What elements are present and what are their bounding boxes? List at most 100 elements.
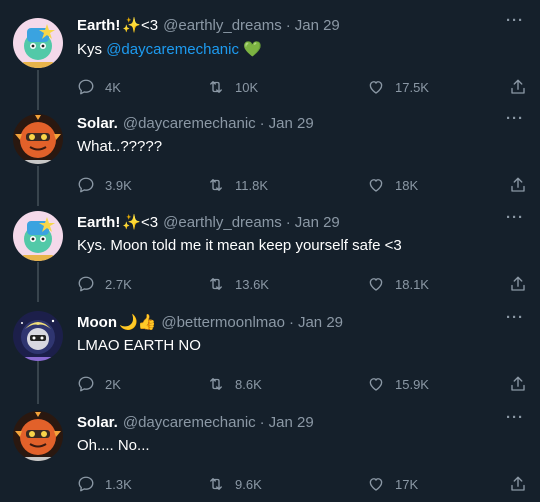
tweet-header: Earth! ✨<3 @earthly_dreams · Jan 29 xyxy=(77,14,340,36)
more-icon[interactable]: ··· xyxy=(506,12,524,29)
separator-dot: · xyxy=(288,313,294,331)
action-bar: 1.3K 9.6K 17K xyxy=(77,475,527,495)
retweet-icon xyxy=(210,378,222,390)
tweet-header: Solar. @daycaremechanic · Jan 29 xyxy=(77,411,314,433)
more-icon[interactable]: ··· xyxy=(506,110,524,127)
tweet-date[interactable]: Jan 29 xyxy=(295,214,340,231)
retweet-count: 8.6K xyxy=(235,376,262,392)
share-button[interactable] xyxy=(509,475,537,493)
avatar-solar[interactable] xyxy=(13,411,63,461)
earth-avatar-image xyxy=(13,18,63,68)
reply-icon xyxy=(78,476,94,492)
like-button[interactable]: 18K xyxy=(367,176,418,194)
tweet[interactable]: Earth! ✨<3 @earthly_dreams · Jan 29 ··· … xyxy=(0,12,540,104)
action-bar: 4K 10K 17.5K xyxy=(77,78,527,98)
like-button[interactable]: 17.5K xyxy=(367,78,429,96)
share-button[interactable] xyxy=(509,176,537,194)
like-button[interactable]: 15.9K xyxy=(367,375,429,393)
like-icon xyxy=(369,278,383,291)
more-icon[interactable]: ··· xyxy=(506,309,524,326)
like-count: 15.9K xyxy=(395,376,429,392)
separator-dot: · xyxy=(285,213,291,231)
display-name[interactable]: Earth! xyxy=(77,17,120,34)
tweet[interactable]: Earth! ✨<3 @earthly_dreams · Jan 29 ··· … xyxy=(0,209,540,301)
tweet-text: LMAO EARTH NO xyxy=(77,337,201,354)
action-bar: 3.9K 11.8K 18K xyxy=(77,176,527,196)
solar-avatar-image xyxy=(13,114,63,164)
retweet-icon xyxy=(210,478,222,490)
solar-avatar-image xyxy=(13,411,63,461)
share-button[interactable] xyxy=(509,275,537,293)
display-name[interactable]: Solar. xyxy=(77,414,118,431)
mention-link[interactable]: @daycaremechanic xyxy=(106,41,239,58)
more-icon[interactable]: ··· xyxy=(506,409,524,426)
reply-button[interactable]: 1.3K xyxy=(77,475,132,493)
retweet-button[interactable]: 10K xyxy=(207,78,258,96)
like-count: 18K xyxy=(395,177,419,193)
like-icon xyxy=(369,81,383,94)
tweet-header: Solar. @daycaremechanic · Jan 29 xyxy=(77,112,314,134)
avatar-earth[interactable] xyxy=(13,18,63,68)
name-emoji: ✨<3 xyxy=(122,214,159,231)
separator-dot: · xyxy=(259,114,265,132)
reply-icon xyxy=(78,276,94,292)
like-count: 18.1K xyxy=(395,276,429,292)
tweet-date[interactable]: Jan 29 xyxy=(298,314,343,331)
handle[interactable]: @daycaremechanic xyxy=(123,115,256,132)
avatar-earth[interactable] xyxy=(13,211,63,261)
separator-dot: · xyxy=(285,16,291,34)
like-icon xyxy=(369,179,383,192)
retweet-button[interactable]: 13.6K xyxy=(207,275,269,293)
tweet-text: Kys @daycaremechanic 💚 xyxy=(77,40,262,58)
retweet-button[interactable]: 8.6K xyxy=(207,375,262,393)
handle[interactable]: @bettermoonlmao xyxy=(161,314,285,331)
tweet-date[interactable]: Jan 29 xyxy=(295,17,340,34)
handle[interactable]: @earthly_dreams xyxy=(163,214,282,231)
retweet-count: 9.6K xyxy=(235,476,262,492)
tweet[interactable]: Solar. @daycaremechanic · Jan 29 ··· Wha… xyxy=(0,110,540,202)
more-icon[interactable]: ··· xyxy=(506,209,524,226)
tweet-header: Moon 🌙👍 @bettermoonlmao · Jan 29 xyxy=(77,311,343,333)
display-name[interactable]: Moon xyxy=(77,314,117,331)
tweet-text: What..????? xyxy=(77,138,163,155)
green-heart-emoji: 💚 xyxy=(243,41,262,58)
reply-button[interactable]: 4K xyxy=(77,78,121,96)
like-button[interactable]: 18.1K xyxy=(367,275,429,293)
reply-icon xyxy=(78,177,94,193)
tweet[interactable]: Moon 🌙👍 @bettermoonlmao · Jan 29 ··· LMA… xyxy=(0,309,540,401)
tweet-text: Kys. Moon told me it mean keep yourself … xyxy=(77,237,402,254)
name-emoji: 🌙👍 xyxy=(118,314,157,331)
share-icon xyxy=(511,276,525,291)
like-icon xyxy=(369,378,383,391)
handle[interactable]: @earthly_dreams xyxy=(163,17,282,34)
tweet[interactable]: Solar. @daycaremechanic · Jan 29 ··· Oh.… xyxy=(0,409,540,501)
retweet-icon xyxy=(210,81,222,93)
retweet-button[interactable]: 9.6K xyxy=(207,475,262,493)
retweet-button[interactable]: 11.8K xyxy=(207,176,268,194)
handle[interactable]: @daycaremechanic xyxy=(123,414,256,431)
retweet-icon xyxy=(210,278,222,290)
retweet-count: 11.8K xyxy=(235,177,269,193)
avatar-moon[interactable] xyxy=(13,311,63,361)
share-icon xyxy=(511,476,525,491)
reply-count: 2K xyxy=(105,376,121,392)
reply-button[interactable]: 3.9K xyxy=(77,176,132,194)
avatar-solar[interactable] xyxy=(13,114,63,164)
like-count: 17K xyxy=(395,476,419,492)
share-icon xyxy=(511,376,525,391)
reply-button[interactable]: 2.7K xyxy=(77,275,132,293)
tweet-date[interactable]: Jan 29 xyxy=(269,115,314,132)
reply-button[interactable]: 2K xyxy=(77,375,121,393)
share-button[interactable] xyxy=(509,78,537,96)
like-button[interactable]: 17K xyxy=(367,475,418,493)
share-icon xyxy=(511,177,525,192)
reply-count: 3.9K xyxy=(105,177,132,193)
reply-count: 2.7K xyxy=(105,276,132,292)
display-name[interactable]: Solar. xyxy=(77,115,118,132)
share-icon xyxy=(511,79,525,94)
tweet-date[interactable]: Jan 29 xyxy=(269,414,314,431)
reply-count: 4K xyxy=(105,79,121,95)
reply-icon xyxy=(78,79,94,95)
share-button[interactable] xyxy=(509,375,537,393)
display-name[interactable]: Earth! xyxy=(77,214,120,231)
